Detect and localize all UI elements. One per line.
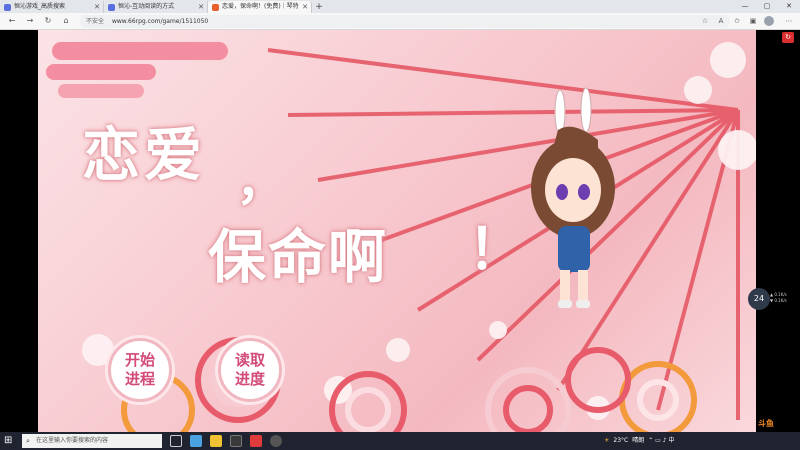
speed-widget[interactable]: 24: [748, 288, 770, 310]
download-speed: ▼ 0.1K/s: [770, 298, 787, 303]
tray-icons[interactable]: ⌃ ▭ ♪ 中: [648, 432, 674, 450]
tab-title: 恋爱，保命啊！(免费)｜琴特: [222, 3, 299, 10]
tab-search[interactable]: 恒沁游戏_高质搜索 ✕: [0, 1, 104, 13]
url-text: www.66rpg.com/game/1511050: [111, 18, 209, 25]
address-bar[interactable]: 不安全 www.66rpg.com/game/1511050: [80, 15, 730, 28]
speed-widget-labels: ▲ 0.1K/s ▼ 0.1K/s: [770, 292, 787, 304]
banner-stripe: [52, 42, 228, 60]
title-comma: ，: [236, 152, 286, 211]
security-label[interactable]: 不安全: [86, 18, 104, 25]
windows-start-icon[interactable]: ⊞: [4, 435, 16, 447]
tab-game[interactable]: 恋爱，保命啊！(免费)｜琴特 ✕: [208, 1, 312, 13]
window-controls: — ▢ ✕: [734, 0, 800, 13]
stream-watermark: 斗鱼: [758, 419, 774, 428]
close-icon[interactable]: ✕: [302, 1, 308, 13]
weather-icon: ☀: [604, 437, 610, 444]
close-window-button[interactable]: ✕: [778, 0, 800, 13]
taskbar: ⊞ ⌕ 在这里输入你要搜索的内容 ☀ 23°C 晴朗 ⌃ ▭ ♪ 中: [0, 432, 800, 450]
search-placeholder: 在这里输入你要搜索的内容: [36, 437, 109, 444]
close-icon[interactable]: ✕: [94, 1, 100, 13]
title-exclaim: ！: [468, 217, 524, 283]
favorites-icon[interactable]: ✩: [732, 16, 742, 26]
refresh-tag-icon[interactable]: ↻: [782, 32, 794, 43]
back-arrow-icon[interactable]: ←: [6, 15, 18, 27]
search-icon: ⌕: [26, 437, 30, 445]
banner-stripe: [46, 64, 156, 80]
weather-desc: 晴朗: [632, 437, 645, 444]
system-tray: ☀ 23°C 晴朗 ⌃ ▭ ♪ 中: [604, 432, 674, 450]
load-progress-button[interactable]: 读取进度: [218, 338, 282, 402]
banner-stripe: [58, 84, 144, 98]
start-game-label: 开始进程: [124, 351, 155, 388]
game-launcher-icon[interactable]: [250, 435, 262, 447]
app-icon[interactable]: [230, 435, 242, 447]
obs-icon[interactable]: [270, 435, 282, 447]
title-line-2: 保命啊: [208, 223, 389, 291]
profile-avatar[interactable]: [764, 16, 774, 26]
minimize-button[interactable]: —: [734, 0, 756, 13]
maximize-button[interactable]: ▢: [756, 0, 778, 13]
refresh-icon[interactable]: ↻: [42, 15, 54, 27]
start-game-button[interactable]: 开始进程: [108, 338, 172, 402]
chibi-character: [531, 87, 615, 308]
search-favicon-icon: [4, 4, 11, 11]
close-icon[interactable]: ✕: [198, 1, 204, 13]
title-line-1: 恋爱: [82, 121, 207, 189]
collections-icon[interactable]: ▣: [748, 16, 758, 26]
star-icon[interactable]: ☆: [700, 16, 710, 26]
more-menu-icon[interactable]: ⋯: [784, 16, 794, 26]
home-icon[interactable]: ⌂: [60, 15, 72, 27]
site-favicon-icon: [108, 4, 115, 11]
taskbar-search-input[interactable]: ⌕ 在这里输入你要搜索的内容: [22, 434, 162, 448]
tab-strip: 恒沁游戏_高质搜索 ✕ 恒沁-互动阅读的方式 ✕ 恋爱，保命啊！(免费)｜琴特 …: [0, 0, 800, 13]
weather-temp[interactable]: 23°C: [613, 432, 628, 450]
file-explorer-icon[interactable]: [210, 435, 222, 447]
tab-title: 恒沁-互动阅读的方式: [118, 3, 175, 10]
forward-arrow-icon[interactable]: →: [24, 15, 36, 27]
new-tab-button[interactable]: +: [312, 1, 326, 13]
screen: 恒沁游戏_高质搜索 ✕ 恒沁-互动阅读的方式 ✕ 恋爱，保命啊！(免费)｜琴特 …: [0, 0, 800, 450]
browser-toolbar: ← → ↻ ⌂ 不安全 www.66rpg.com/game/1511050 ☆…: [0, 13, 800, 30]
reading-mode-icon[interactable]: A: [716, 16, 726, 26]
tab-reading[interactable]: 恒沁-互动阅读的方式 ✕: [104, 1, 208, 13]
game-canvas[interactable]: 恋爱 ， 保命啊 ！ 开始进程 读取进度: [38, 30, 756, 432]
game-favicon-icon: [212, 4, 219, 11]
edge-browser-icon[interactable]: [190, 435, 202, 447]
task-view-icon[interactable]: [170, 435, 182, 447]
load-progress-label: 读取进度: [234, 351, 265, 388]
tab-title: 恒沁游戏_高质搜索: [14, 3, 66, 10]
